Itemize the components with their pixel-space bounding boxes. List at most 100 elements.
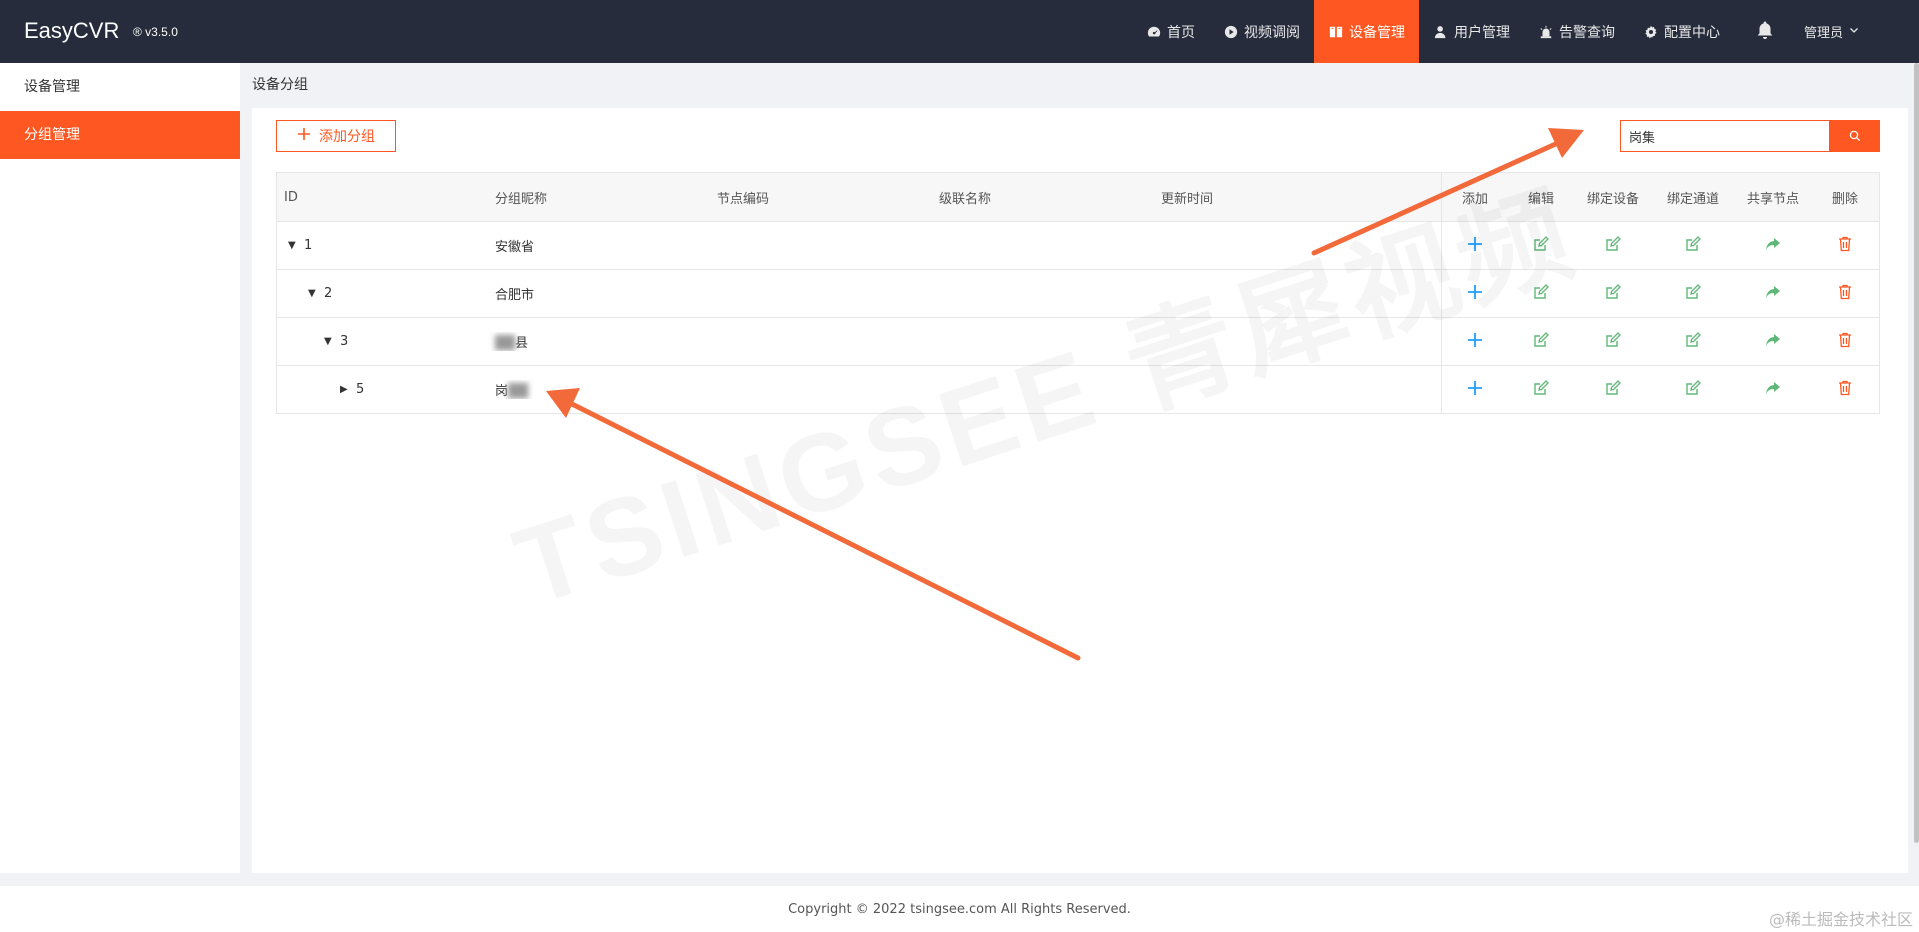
bind-channel-button[interactable]	[1652, 366, 1734, 413]
page-title: 设备分组	[252, 77, 308, 93]
trash-icon	[1838, 380, 1852, 400]
sidebar: 设备管理 分组管理	[0, 63, 240, 873]
bind-device-button[interactable]	[1574, 366, 1652, 413]
page-scrollbar[interactable]	[1914, 63, 1919, 843]
row-name: 安徽省	[495, 240, 535, 255]
plus-icon	[1467, 284, 1483, 304]
header-bind-channel: 绑定通道	[1666, 191, 1719, 207]
row-name: 合肥市	[495, 288, 535, 303]
plus-icon	[297, 127, 311, 145]
bind-channel-button[interactable]	[1652, 270, 1734, 317]
table-row: ▼ 2 合肥市	[277, 269, 1879, 317]
share-button[interactable]	[1734, 318, 1812, 365]
trash-icon	[1838, 236, 1852, 256]
add-group-button[interactable]: 添加分组	[276, 120, 396, 152]
user-menu[interactable]: 管理员	[1796, 0, 1859, 63]
nav-item-user-management[interactable]: 用户管理	[1419, 0, 1524, 63]
header-name: 分组昵称	[495, 191, 548, 207]
user-name: 管理员	[1803, 26, 1843, 41]
blurred-text: ██	[495, 336, 515, 351]
row-id: 3	[340, 334, 349, 349]
edit-icon	[1533, 379, 1549, 400]
row-actions	[1441, 270, 1878, 317]
gear-icon	[1643, 24, 1659, 40]
nav-item-label: 首页	[1166, 24, 1195, 41]
edit-icon	[1605, 331, 1621, 352]
bell-icon	[1756, 20, 1774, 44]
search-input[interactable]	[1620, 120, 1830, 152]
delete-button[interactable]	[1812, 366, 1878, 413]
expand-caret-icon[interactable]: ▶	[340, 384, 350, 395]
nav-item-label: 配置中心	[1663, 24, 1720, 41]
delete-button[interactable]	[1812, 222, 1878, 269]
row-id-cell: ▼ 2	[277, 286, 488, 301]
bind-channel-button[interactable]	[1652, 318, 1734, 365]
expand-caret-icon[interactable]: ▼	[308, 288, 318, 299]
search-button[interactable]	[1830, 120, 1880, 152]
expand-caret-icon[interactable]: ▼	[324, 336, 334, 347]
edit-button[interactable]	[1508, 318, 1574, 365]
delete-button[interactable]	[1812, 318, 1878, 365]
user-icon	[1433, 24, 1449, 40]
edit-icon	[1605, 379, 1621, 400]
table-row: ▼ 3 ██县	[277, 317, 1879, 365]
row-name-text: 岗	[495, 384, 509, 399]
bind-device-button[interactable]	[1574, 270, 1652, 317]
header-add: 添加	[1461, 191, 1488, 207]
row-id-cell: ▼ 1	[277, 238, 488, 253]
share-button[interactable]	[1734, 366, 1812, 413]
bind-channel-button[interactable]	[1652, 222, 1734, 269]
edit-button[interactable]	[1508, 222, 1574, 269]
dashboard-icon	[1146, 24, 1162, 40]
blurred-text: ██	[508, 384, 529, 399]
share-button[interactable]	[1734, 270, 1812, 317]
nav-item-label: 设备管理	[1348, 24, 1405, 41]
header-share: 共享节点	[1746, 191, 1799, 207]
main-panel: 添加分组 ID 分组昵称 节点编码 级联名称 更新时间 添加 编辑 绑定设备 绑…	[252, 108, 1908, 873]
sidebar-item-device-management[interactable]: 设备管理	[0, 63, 240, 111]
row-actions	[1441, 222, 1878, 269]
edit-icon	[1533, 283, 1549, 304]
add-child-button[interactable]	[1442, 270, 1508, 317]
alarm-icon	[1538, 24, 1554, 40]
notification-bell[interactable]	[1734, 0, 1796, 63]
add-child-button[interactable]	[1442, 366, 1508, 413]
share-icon	[1765, 285, 1781, 303]
edit-icon	[1685, 235, 1701, 256]
bind-device-button[interactable]	[1574, 222, 1652, 269]
header-actions: 添加 编辑 绑定设备 绑定通道 共享节点 删除	[1441, 173, 1878, 221]
header-id: ID	[284, 189, 298, 205]
nav-item-device-management[interactable]: 设备管理	[1313, 0, 1419, 63]
nav-item-config-center[interactable]: 配置中心	[1629, 0, 1734, 63]
nav-item-label: 告警查询	[1558, 24, 1615, 41]
table-row: ▼ 1 安徽省	[277, 221, 1879, 269]
header-edit: 编辑	[1527, 191, 1554, 207]
edit-icon	[1533, 235, 1549, 256]
nav-item-video[interactable]: 视频调阅	[1209, 0, 1314, 63]
row-name: ██县	[488, 332, 710, 351]
header-cascade: 级联名称	[939, 191, 992, 207]
plus-icon	[1467, 380, 1483, 400]
nav-item-home[interactable]: 首页	[1132, 0, 1209, 63]
edit-button[interactable]	[1508, 366, 1574, 413]
delete-button[interactable]	[1812, 270, 1878, 317]
bind-device-button[interactable]	[1574, 318, 1652, 365]
edit-button[interactable]	[1508, 270, 1574, 317]
row-id-cell: ▶ 5	[277, 382, 488, 397]
add-child-button[interactable]	[1442, 222, 1508, 269]
share-button[interactable]	[1734, 222, 1812, 269]
app-logo[interactable]: EasyCVR	[24, 18, 119, 44]
sidebar-item-group-management[interactable]: 分组管理	[0, 111, 240, 159]
row-id: 2	[324, 286, 333, 301]
table-row: ▶ 5 岗██	[277, 365, 1879, 413]
add-child-button[interactable]	[1442, 318, 1508, 365]
expand-caret-icon[interactable]: ▼	[288, 240, 298, 251]
play-icon	[1223, 24, 1239, 40]
row-id: 1	[304, 238, 313, 253]
edit-icon	[1685, 331, 1701, 352]
corner-watermark: @稀土掘金技术社区	[1768, 910, 1913, 929]
top-navbar: EasyCVR ® v3.5.0 首页 视频调阅 设备管理 用户管理 告警查询 …	[0, 0, 1919, 63]
nav-item-alarm-query[interactable]: 告警查询	[1524, 0, 1629, 63]
row-name: 岗██	[488, 380, 710, 399]
nav-item-label: 用户管理	[1453, 24, 1510, 41]
